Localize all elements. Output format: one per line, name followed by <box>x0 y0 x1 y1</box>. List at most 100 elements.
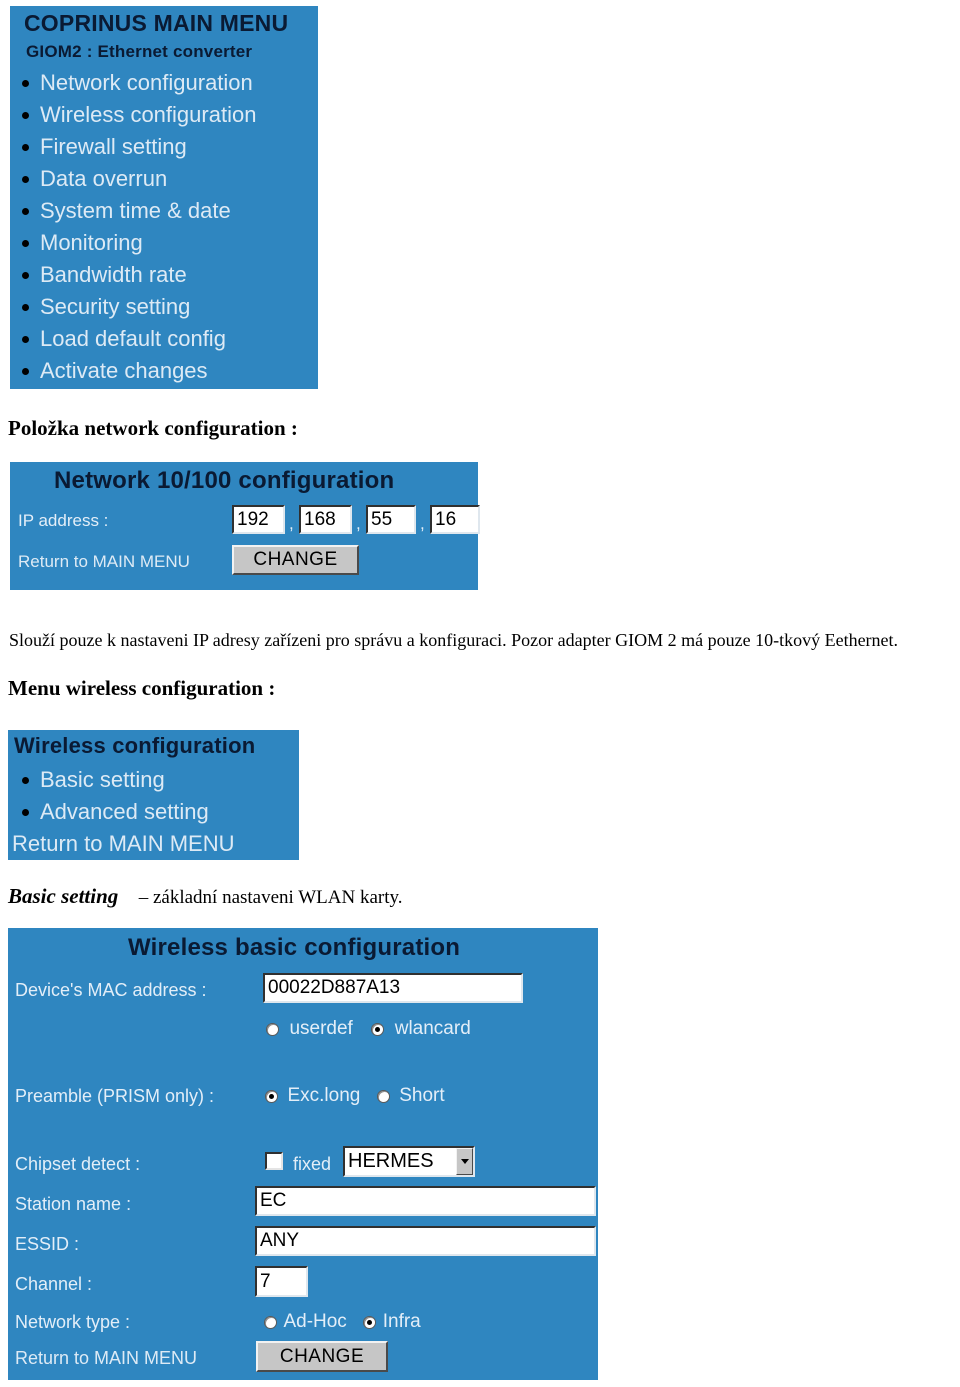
sidebar-item-wireless-configuration[interactable]: Wireless configuration <box>10 99 318 131</box>
bullet-icon <box>22 240 29 247</box>
sidebar-item-bandwidth-rate[interactable]: Bandwidth rate <box>10 259 318 291</box>
bullet-icon <box>22 777 29 784</box>
mac-address-input[interactable]: 00022D887A13 <box>263 973 523 1003</box>
mac-address-label: Device's MAC address : <box>15 980 207 1000</box>
ip-octet-2-input[interactable]: 168 <box>299 505 352 534</box>
mac-source-radio-group: userdef wlancard <box>266 1018 471 1040</box>
wireless-menu-item-label: Basic setting <box>40 767 165 792</box>
sidebar-item-security-setting[interactable]: Security setting <box>10 291 318 323</box>
heading-network-configuration: Položka network configuration : <box>8 416 298 440</box>
menu-item-label: Activate changes <box>40 358 208 383</box>
sidebar-item-firewall-setting[interactable]: Firewall setting <box>10 131 318 163</box>
menu-item-label: Wireless configuration <box>40 102 257 127</box>
sidebar-item-load-default-config[interactable]: Load default config <box>10 323 318 355</box>
bullet-icon <box>22 80 29 87</box>
menu-item-label: Bandwidth rate <box>40 262 187 287</box>
basic-setting-note: Basic setting – základní nastaveni WLAN … <box>8 884 403 909</box>
menu-item-label: Load default config <box>40 326 226 351</box>
radio-ad-hoc[interactable] <box>264 1315 277 1329</box>
essid-input[interactable]: ANY <box>255 1226 596 1256</box>
radio-short[interactable] <box>376 1089 390 1103</box>
network-configuration-panel: Network 10/100 configuration IP address … <box>10 462 480 590</box>
wireless-basic-title: Wireless basic configuration <box>128 934 461 961</box>
ip-separator-3: , <box>420 514 425 533</box>
preamble-radio-group: Exc.long Short <box>265 1085 445 1107</box>
radio-infra[interactable] <box>363 1315 377 1329</box>
network-return-to-main-menu-link[interactable]: Return to MAIN MENU <box>18 552 190 572</box>
ip-octet-1-input[interactable]: 192 <box>232 505 285 534</box>
wireless-configuration-menu-panel: Wireless configuration Basic setting Adv… <box>8 730 299 860</box>
radio-wlancard[interactable] <box>371 1022 385 1036</box>
bullet-icon <box>22 304 29 311</box>
ip-octet-4-input[interactable]: 16 <box>430 505 480 534</box>
wireless-menu-title: Wireless configuration <box>14 733 256 758</box>
channel-value: 7 <box>260 1270 271 1292</box>
radio-userdef[interactable] <box>266 1022 279 1036</box>
preamble-label: Preamble (PRISM only) : <box>15 1086 215 1106</box>
network-type-label: Network type : <box>15 1312 131 1332</box>
wireless-menu-return-to-main-menu-link[interactable]: Return to MAIN MENU <box>12 831 235 857</box>
station-name-input[interactable]: EC <box>255 1186 596 1216</box>
menu-item-label: Monitoring <box>40 230 143 255</box>
sidebar-item-network-configuration[interactable]: Network configuration <box>10 67 318 99</box>
network-change-button[interactable]: CHANGE <box>232 545 359 575</box>
coprinus-main-menu-panel: COPRINUS MAIN MENU GIOM2 : Ethernet conv… <box>10 6 318 389</box>
wireless-menu-item-advanced-setting[interactable]: Advanced setting <box>8 796 299 828</box>
main-menu-title: COPRINUS MAIN MENU <box>24 10 289 36</box>
sidebar-item-data-overrun[interactable]: Data overrun <box>10 163 318 195</box>
bullet-icon <box>22 368 29 375</box>
wireless-basic-return-to-main-menu-link[interactable]: Return to MAIN MENU <box>15 1348 197 1369</box>
bullet-icon <box>22 809 29 816</box>
bullet-icon <box>22 112 29 119</box>
ip-separator-1: , <box>289 514 294 533</box>
channel-label: Channel : <box>15 1274 93 1294</box>
bullet-icon <box>22 176 29 183</box>
wireless-basic-change-button[interactable]: CHANGE <box>256 1341 388 1372</box>
radio-ad-hoc-label: Ad-Hoc <box>283 1311 347 1332</box>
menu-item-label: Network configuration <box>40 70 253 95</box>
main-menu-list: Network configuration Wireless configura… <box>10 67 318 387</box>
ip-octet-3-input[interactable]: 55 <box>366 505 416 534</box>
chipset-fixed-checkbox[interactable] <box>265 1152 283 1170</box>
ip-octet-4-value: 16 <box>435 508 457 530</box>
chevron-down-icon[interactable] <box>456 1148 473 1175</box>
radio-wlancard-label: wlancard <box>394 1018 471 1039</box>
bullet-icon <box>22 336 29 343</box>
ip-octet-1-value: 192 <box>237 508 269 530</box>
network-change-button-label: CHANGE <box>253 549 338 570</box>
radio-short-label: Short <box>399 1085 445 1106</box>
menu-item-label: Security setting <box>40 294 191 319</box>
wireless-menu-item-basic-setting[interactable]: Basic setting <box>8 764 299 796</box>
chipset-select-value: HERMES <box>348 1150 434 1172</box>
sidebar-item-system-time-date[interactable]: System time & date <box>10 195 318 227</box>
chipset-fixed-label: fixed <box>293 1154 332 1174</box>
bullet-icon <box>22 208 29 215</box>
radio-exc-long[interactable] <box>265 1089 278 1103</box>
radio-exc-long-label: Exc.long <box>287 1085 361 1106</box>
main-menu-subtitle: GIOM2 : Ethernet converter <box>26 42 253 61</box>
station-name-label: Station name : <box>15 1194 132 1214</box>
basic-setting-term: Basic setting <box>8 884 119 908</box>
sidebar-item-activate-changes[interactable]: Activate changes <box>10 355 318 387</box>
document-page: COPRINUS MAIN MENU GIOM2 : Ethernet conv… <box>0 0 960 1387</box>
ip-octet-2-value: 168 <box>304 508 336 530</box>
radio-infra-label: Infra <box>382 1311 421 1332</box>
channel-input[interactable]: 7 <box>255 1266 308 1297</box>
menu-item-label: Firewall setting <box>40 134 187 159</box>
menu-item-label: System time & date <box>40 198 231 223</box>
bullet-icon <box>22 144 29 151</box>
mac-address-value: 00022D887A13 <box>268 977 401 998</box>
ip-address-label: IP address : <box>18 511 109 530</box>
wireless-menu-item-label: Advanced setting <box>40 799 209 824</box>
chipset-select[interactable]: HERMES <box>343 1146 475 1177</box>
menu-item-label: Data overrun <box>40 166 168 191</box>
wireless-basic-change-button-label: CHANGE <box>279 1345 365 1367</box>
station-name-value: EC <box>260 1190 287 1211</box>
paragraph-network-description: Slouží pouze k nastaveni IP adresy zaříz… <box>9 630 899 650</box>
sidebar-item-monitoring[interactable]: Monitoring <box>10 227 318 259</box>
essid-label: ESSID : <box>15 1234 80 1254</box>
radio-userdef-label: userdef <box>289 1018 353 1039</box>
network-panel-title: Network 10/100 configuration <box>54 467 395 494</box>
network-type-radio-group: Ad-Hoc Infra <box>264 1311 421 1333</box>
bullet-icon <box>22 272 29 279</box>
